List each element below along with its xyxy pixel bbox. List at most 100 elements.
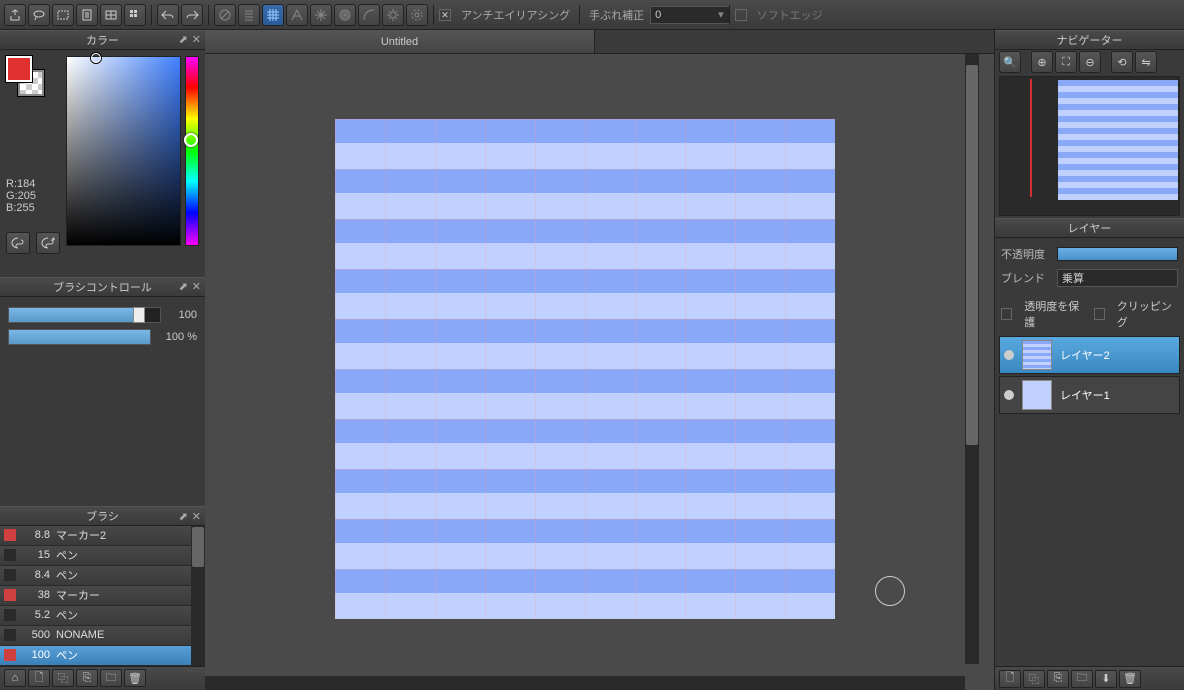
concentric-icon[interactable] <box>334 4 356 26</box>
duplicate-icon[interactable]: ⿻ <box>52 669 74 687</box>
document-tab[interactable]: Untitled <box>205 30 595 53</box>
navigator-title: ナビゲーター <box>1057 32 1123 48</box>
layer-row[interactable]: レイヤー2 <box>999 336 1180 374</box>
layer-panel-title: レイヤー <box>1068 220 1112 236</box>
folder-icon[interactable]: 🗀 <box>100 669 122 687</box>
merge-icon[interactable]: ⬇ <box>1095 670 1117 688</box>
tab-bar: Untitled <box>205 30 994 54</box>
brush-size-value: 100 <box>167 309 197 321</box>
antialiasing-checkbox[interactable] <box>439 9 451 21</box>
hue-slider[interactable] <box>185 56 199 246</box>
grid-snap-icon[interactable] <box>262 4 284 26</box>
antialiasing-label: アンチエイリアシング <box>461 7 570 23</box>
gear-icon[interactable] <box>382 4 404 26</box>
close-icon[interactable]: ✕ <box>192 280 201 293</box>
popout-icon[interactable]: ⬈ <box>179 510 188 523</box>
brush-row[interactable]: 8.8マーカー2 <box>0 526 205 546</box>
copy-layer-icon[interactable]: ⎘ <box>1047 670 1069 688</box>
foreground-swatch[interactable] <box>6 56 32 82</box>
left-sidebar: カラー ⬈✕ R:184 G:205 B:255 ブラシコントロール ⬈✕ <box>0 30 205 690</box>
page-icon[interactable] <box>76 4 98 26</box>
perspective-icon[interactable] <box>286 4 308 26</box>
vertical-scrollbar[interactable] <box>965 54 979 664</box>
rect-select-icon[interactable] <box>52 4 74 26</box>
brush-size-slider[interactable] <box>8 307 161 323</box>
dup-layer-icon[interactable]: ⿻ <box>1023 670 1045 688</box>
popout-icon[interactable]: ⬈ <box>179 33 188 46</box>
no-snap-icon[interactable] <box>214 4 236 26</box>
opacity-label: 不透明度 <box>1001 246 1051 262</box>
navigator-preview[interactable] <box>999 76 1180 216</box>
brush-name-label: マーカー <box>56 587 100 603</box>
g-value: G:205 <box>6 190 36 202</box>
new-layer-icon[interactable]: 🗋 <box>999 670 1021 688</box>
folder-layer-icon[interactable]: 🗀 <box>1071 670 1093 688</box>
grid-tool-icon[interactable] <box>124 4 146 26</box>
brush-row[interactable]: 500NONAME <box>0 626 205 646</box>
undo-icon[interactable] <box>157 4 179 26</box>
radial-icon[interactable] <box>310 4 332 26</box>
palette-icon[interactable] <box>6 232 30 254</box>
blend-mode-select[interactable]: 乗算 <box>1057 269 1178 287</box>
flip-icon[interactable]: ⇋ <box>1135 51 1157 73</box>
layer-visibility-icon[interactable] <box>1004 390 1014 400</box>
softedge-checkbox[interactable] <box>735 9 747 21</box>
canvas-viewport[interactable] <box>205 54 994 690</box>
close-icon[interactable]: ✕ <box>192 510 201 523</box>
brush-size-label: 38 <box>22 589 50 601</box>
close-icon[interactable]: ✕ <box>192 33 201 46</box>
canvas[interactable] <box>335 119 835 619</box>
popout-icon[interactable]: ⬈ <box>179 280 188 293</box>
home-icon[interactable]: ⌂ <box>4 669 26 687</box>
brush-panel-header: ブラシ ⬈ ✕ <box>0 506 205 526</box>
brush-row[interactable]: 38 マーカー <box>0 586 205 606</box>
brush-scrollbar[interactable] <box>191 526 205 666</box>
blend-mode-value: 乗算 <box>1062 273 1084 285</box>
new-icon[interactable]: 🗋 <box>28 669 50 687</box>
brush-control-panel: 100 100 % <box>0 297 205 507</box>
trash-layer-icon[interactable]: 🗑 <box>1119 670 1141 688</box>
table-icon[interactable] <box>100 4 122 26</box>
copy-icon[interactable]: ⎘ <box>76 669 98 687</box>
layer-bottom-toolbar: 🗋 ⿻ ⎘ 🗀 ⬇ 🗑 <box>995 666 1184 690</box>
curve-icon[interactable] <box>358 4 380 26</box>
protect-alpha-label: 透明度を保護 <box>1024 298 1085 330</box>
top-toolbar: アンチエイリアシング 手ぶれ補正 ▾ ソフトエッジ <box>0 0 1184 30</box>
trash-icon[interactable]: 🗑 <box>124 669 146 687</box>
layer-thumbnail <box>1022 340 1052 370</box>
brush-color-swatch <box>4 589 16 601</box>
sv-picker[interactable] <box>66 56 181 246</box>
redo-icon[interactable] <box>181 4 203 26</box>
clipping-checkbox[interactable] <box>1094 308 1105 320</box>
brush-name-label: ペン <box>56 647 78 663</box>
brush-row[interactable]: 100ペン✻ <box>0 646 205 666</box>
stabilizer-label: 手ぶれ補正 <box>589 7 644 23</box>
b-value: B:255 <box>6 202 36 214</box>
parallel-lines-icon[interactable] <box>238 4 260 26</box>
settings-icon[interactable] <box>406 4 428 26</box>
layer-visibility-icon[interactable] <box>1004 350 1014 360</box>
layer-row[interactable]: レイヤー1 <box>999 376 1180 414</box>
palette-add-icon[interactable] <box>36 232 60 254</box>
zoom-plus-icon[interactable]: ⊕ <box>1031 51 1053 73</box>
lasso-icon[interactable] <box>28 4 50 26</box>
brush-opacity-slider[interactable] <box>8 329 151 345</box>
opacity-slider[interactable] <box>1057 247 1178 261</box>
protect-alpha-checkbox[interactable] <box>1001 308 1012 320</box>
brush-row[interactable]: 5.2ペン <box>0 606 205 626</box>
brush-row[interactable]: 8.4ペン <box>0 566 205 586</box>
layer-thumbnail <box>1022 380 1052 410</box>
brush-panel: 8.8マーカー215ペン8.4ペン38マーカー5.2ペン500NONAME100… <box>0 526 205 690</box>
brush-name-label: NONAME <box>56 629 104 641</box>
brush-row[interactable]: 15ペン <box>0 546 205 566</box>
color-panel: R:184 G:205 B:255 <box>0 50 205 277</box>
zoom-in-icon[interactable]: 🔍 <box>999 51 1021 73</box>
horizontal-scrollbar[interactable] <box>205 676 965 690</box>
brush-panel-title: ブラシ <box>86 508 119 524</box>
zoom-fit-icon[interactable]: ⛶ <box>1055 51 1077 73</box>
rotate-icon[interactable]: ⟲ <box>1111 51 1133 73</box>
zoom-minus-icon[interactable]: ⊖ <box>1079 51 1101 73</box>
brush-size-label: 5.2 <box>22 609 50 621</box>
export-icon[interactable] <box>4 4 26 26</box>
brush-color-swatch <box>4 609 16 621</box>
